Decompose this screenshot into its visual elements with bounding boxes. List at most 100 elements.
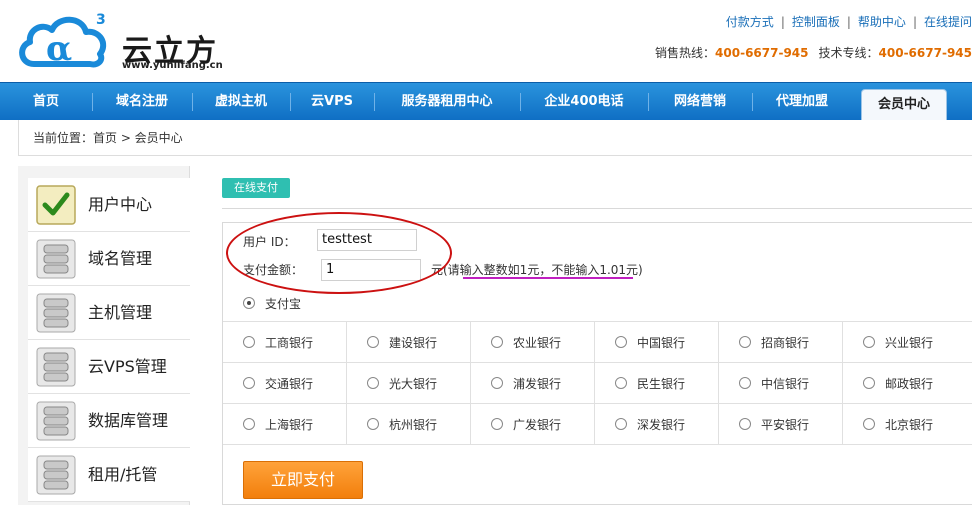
bank-radio[interactable]	[367, 336, 379, 348]
bank-option[interactable]: 邮政银行	[843, 363, 972, 404]
bank-label: 浦发银行	[513, 377, 562, 391]
bank-radio[interactable]	[367, 377, 379, 389]
bank-label: 上海银行	[265, 418, 314, 432]
bank-option[interactable]: 杭州银行	[347, 404, 471, 445]
bank-option[interactable]: 浦发银行	[471, 363, 595, 404]
bank-label: 招商银行	[761, 336, 810, 350]
sidebar-item-label: 用户中心	[88, 195, 153, 214]
bank-label: 中国银行	[637, 336, 686, 350]
bank-option[interactable]: 平安银行	[719, 404, 843, 445]
nav-home[interactable]: 首页	[0, 83, 92, 121]
server-icon	[36, 347, 76, 387]
sales-hotline-label: 销售热线：	[655, 46, 716, 60]
bank-option[interactable]: 中信银行	[719, 363, 843, 404]
server-icon	[36, 455, 76, 495]
bank-option[interactable]: 上海银行	[223, 404, 347, 445]
bank-option[interactable]: 广发银行	[471, 404, 595, 445]
server-icon	[36, 401, 76, 441]
amount-hint: 元(请输入整数如1元，不能输入1.01元)	[431, 263, 643, 277]
bank-option[interactable]: 兴业银行	[843, 322, 972, 363]
top-link-control-panel[interactable]: 控制面板	[792, 15, 840, 29]
alipay-radio[interactable]	[243, 297, 255, 309]
site-logo[interactable]: α 3 云立方 www.yunlifang.cn	[16, 10, 226, 72]
cloud-logo-icon: α 3	[19, 12, 107, 69]
bank-radio[interactable]	[243, 377, 255, 389]
sidebar-item-vps-manage[interactable]: 云VPS管理	[28, 340, 190, 394]
bank-label: 光大银行	[389, 377, 438, 391]
check-icon	[36, 185, 76, 225]
bank-option[interactable]: 深发银行	[595, 404, 719, 445]
bank-radio[interactable]	[491, 336, 503, 348]
logo-letter: α	[46, 29, 72, 69]
bank-radio[interactable]	[739, 377, 751, 389]
bank-label: 交通银行	[265, 377, 314, 391]
pay-now-button[interactable]: 立即支付	[243, 461, 363, 499]
hint-underline	[463, 277, 633, 279]
sidebar-item-host-manage[interactable]: 主机管理	[28, 286, 190, 340]
top-links: 付款方式 | 控制面板 | 帮助中心 | 在线提问	[725, 15, 972, 29]
bank-option[interactable]: 民生银行	[595, 363, 719, 404]
nav-agent-join[interactable]: 代理加盟	[752, 83, 852, 121]
sidebar-item-rental-hosting[interactable]: 租用/托管	[28, 448, 190, 502]
top-link-help-center[interactable]: 帮助中心	[858, 15, 906, 29]
top-link-payment-methods[interactable]: 付款方式	[726, 15, 774, 29]
bank-option[interactable]: 中国银行	[595, 322, 719, 363]
bank-option[interactable]: 建设银行	[347, 322, 471, 363]
nav-enterprise-400[interactable]: 企业400电话	[520, 83, 648, 121]
server-icon	[36, 239, 76, 279]
nav-server-rental[interactable]: 服务器租用中心	[374, 83, 520, 121]
bank-label: 深发银行	[637, 418, 686, 432]
sidebar-item-label: 域名管理	[88, 249, 153, 268]
tech-hotline-number: 400-6677-945	[878, 46, 972, 60]
sidebar-item-label: 主机管理	[88, 303, 153, 322]
bank-option[interactable]: 农业银行	[471, 322, 595, 363]
server-icon	[36, 293, 76, 333]
alipay-label: 支付宝	[265, 297, 302, 311]
bank-label: 北京银行	[885, 418, 934, 432]
nav-cloud-vps[interactable]: 云VPS	[290, 83, 374, 121]
bank-label: 广发银行	[513, 418, 562, 432]
nav-online-marketing[interactable]: 网络营销	[648, 83, 752, 121]
bank-option[interactable]: 交通银行	[223, 363, 347, 404]
bank-label: 民生银行	[637, 377, 686, 391]
bank-label: 工商银行	[265, 336, 314, 350]
bank-radio[interactable]	[615, 418, 627, 430]
tab-divider	[222, 208, 972, 209]
bank-radio[interactable]	[739, 336, 751, 348]
bank-label: 兴业银行	[885, 336, 934, 350]
nav-virtual-host[interactable]: 虚拟主机	[192, 83, 290, 121]
bank-radio[interactable]	[863, 418, 875, 430]
bank-radio[interactable]	[491, 418, 503, 430]
payment-panel: 在线支付 用户 ID： testtest 支付金额： 1 元(请输入整数如1元，…	[190, 156, 972, 505]
bank-radio[interactable]	[491, 377, 503, 389]
sidebar-item-label: 租用/托管	[88, 465, 158, 484]
bank-label: 中信银行	[761, 377, 810, 391]
bank-option[interactable]: 光大银行	[347, 363, 471, 404]
bank-radio[interactable]	[739, 418, 751, 430]
tab-online-payment[interactable]: 在线支付	[222, 178, 290, 198]
bank-option[interactable]: 北京银行	[843, 404, 972, 445]
sidebar-item-database-manage[interactable]: 数据库管理	[28, 394, 190, 448]
bank-option[interactable]: 工商银行	[223, 322, 347, 363]
bank-radio[interactable]	[863, 336, 875, 348]
annotation-circle	[226, 212, 452, 294]
bank-radio[interactable]	[615, 377, 627, 389]
bank-label: 建设银行	[389, 336, 438, 350]
bank-radio[interactable]	[615, 336, 627, 348]
top-link-online-question[interactable]: 在线提问	[924, 15, 972, 29]
hotline: 销售热线：400-6677-945 技术专线：400-6677-945	[655, 44, 972, 61]
bank-radio[interactable]	[243, 336, 255, 348]
bank-label: 平安银行	[761, 418, 810, 432]
member-sidebar: 用户中心 域名管理 主机管理 云VPS管理 数据库管理 租用/托管	[18, 166, 190, 505]
bank-radio[interactable]	[367, 418, 379, 430]
sidebar-item-domain-manage[interactable]: 域名管理	[28, 232, 190, 286]
bank-label: 农业银行	[513, 336, 562, 350]
breadcrumb: 当前位置：首页 > 会员中心	[18, 120, 972, 156]
sidebar-item-user-center[interactable]: 用户中心	[28, 178, 190, 232]
nav-member-center[interactable]: 会员中心	[861, 89, 947, 121]
bank-radio[interactable]	[863, 377, 875, 389]
sidebar-item-label: 数据库管理	[88, 411, 169, 430]
nav-domain-register[interactable]: 域名注册	[92, 83, 192, 121]
bank-option[interactable]: 招商银行	[719, 322, 843, 363]
bank-radio[interactable]	[243, 418, 255, 430]
